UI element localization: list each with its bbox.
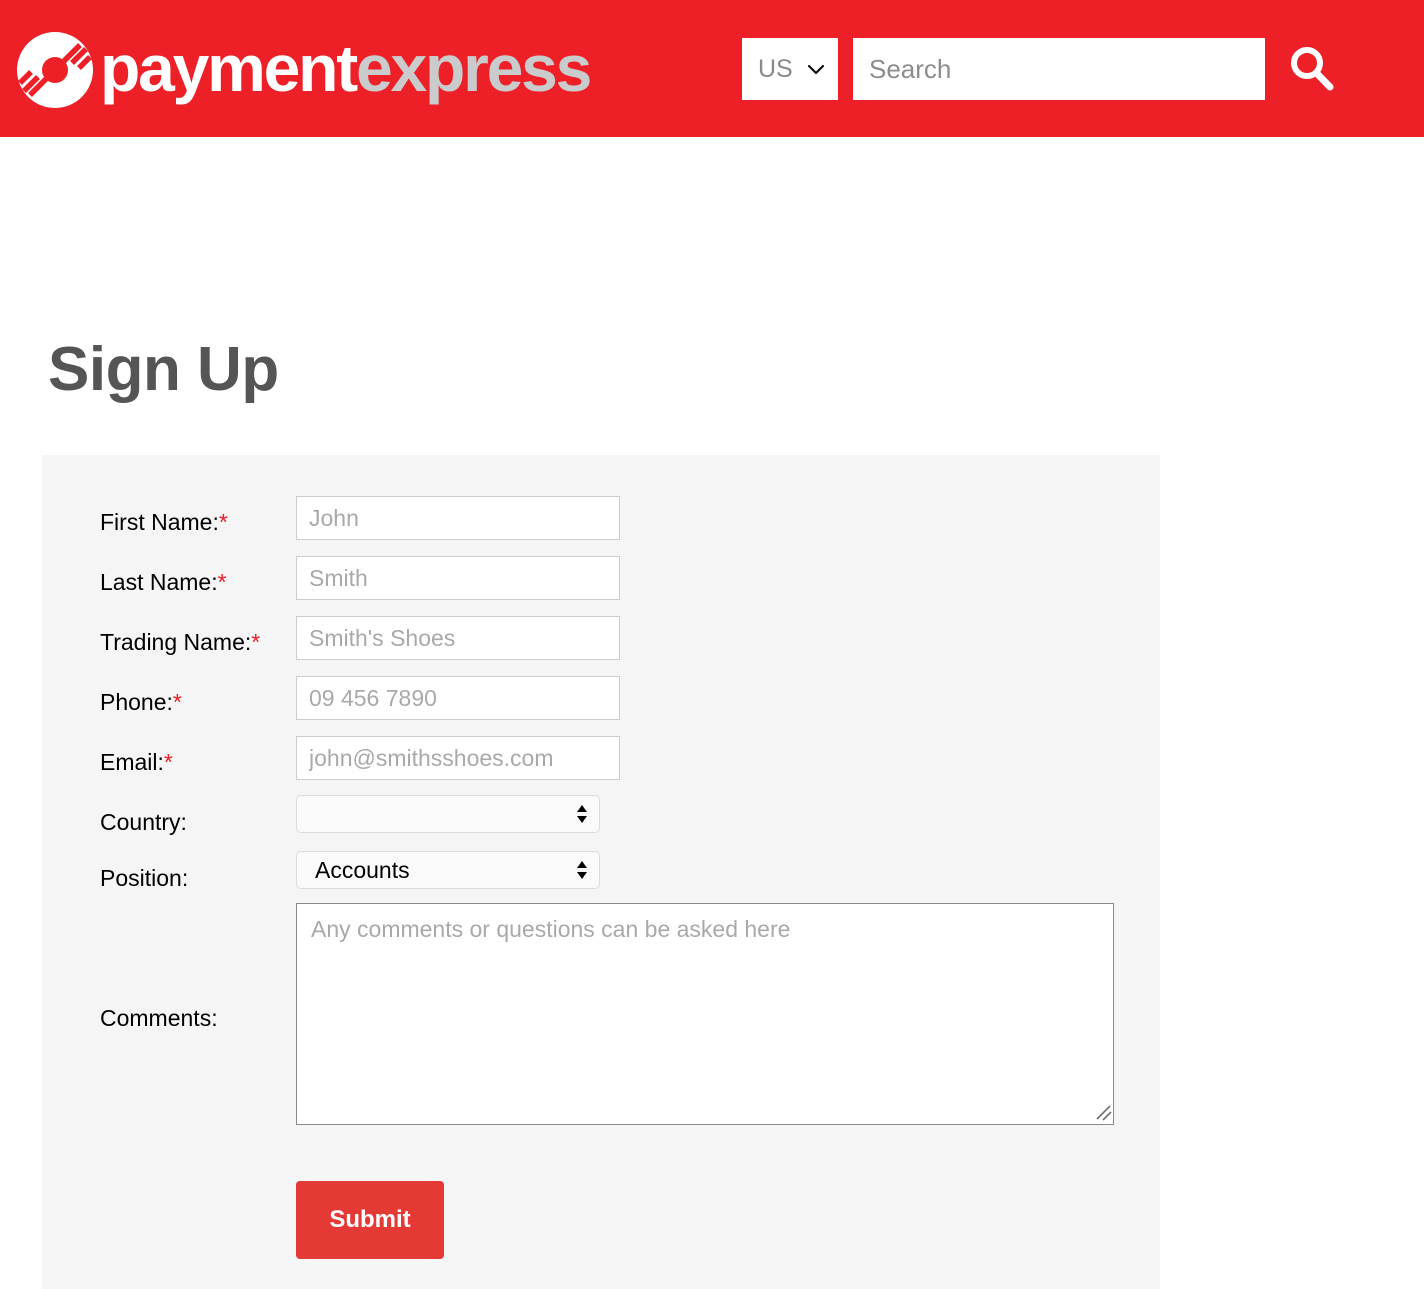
phone-input[interactable] xyxy=(296,676,620,720)
country-select-value: US xyxy=(758,54,793,83)
brand-logo[interactable]: paymentexpress xyxy=(14,28,592,112)
search-button[interactable] xyxy=(1287,44,1337,94)
label-phone: Phone:* xyxy=(100,691,182,714)
label-trading-name-text: Trading Name: xyxy=(100,629,252,655)
label-first-name: First Name:* xyxy=(100,511,228,534)
required-marker: * xyxy=(217,569,227,595)
brand-word-secondary: express xyxy=(356,31,592,105)
label-email: Email:* xyxy=(100,751,173,774)
search-input[interactable] xyxy=(853,38,1265,100)
header-search-group: US xyxy=(742,38,1337,100)
brand-word-primary: payment xyxy=(100,31,358,105)
submit-button[interactable]: Submit xyxy=(296,1181,444,1259)
sort-arrows-icon xyxy=(577,861,587,879)
trading-name-input[interactable] xyxy=(296,616,620,660)
position-dropdown[interactable]: Accounts xyxy=(296,851,600,889)
sort-arrows-icon xyxy=(577,805,587,823)
signup-form-panel: First Name:* Last Name:* Trading Name:* … xyxy=(42,455,1160,1289)
label-comments: Comments: xyxy=(100,1005,218,1031)
search-icon xyxy=(1291,47,1334,91)
comments-textarea[interactable] xyxy=(296,903,1114,1125)
required-marker: * xyxy=(172,689,182,715)
page-title: Sign Up xyxy=(48,335,279,404)
first-name-input[interactable] xyxy=(296,496,620,540)
label-last-name: Last Name:* xyxy=(100,571,227,594)
country-dropdown[interactable] xyxy=(296,795,600,833)
label-first-name-text: First Name: xyxy=(100,509,219,535)
site-header: paymentexpress US xyxy=(0,0,1424,137)
required-marker: * xyxy=(163,749,173,775)
label-email-text: Email: xyxy=(100,749,164,775)
position-dropdown-value: Accounts xyxy=(315,856,410,883)
label-trading-name: Trading Name:* xyxy=(100,631,260,654)
chevron-down-icon xyxy=(807,64,825,75)
label-phone-text: Phone: xyxy=(100,689,173,715)
label-position: Position: xyxy=(100,865,189,891)
payment-express-logo-icon xyxy=(17,32,93,108)
label-country: Country: xyxy=(100,809,187,835)
label-last-name-text: Last Name: xyxy=(100,569,218,595)
required-marker: * xyxy=(251,629,261,655)
country-select[interactable]: US xyxy=(742,38,838,100)
required-marker: * xyxy=(218,509,228,535)
email-input[interactable] xyxy=(296,736,620,780)
brand-wordmark: paymentexpress xyxy=(100,35,592,101)
last-name-input[interactable] xyxy=(296,556,620,600)
